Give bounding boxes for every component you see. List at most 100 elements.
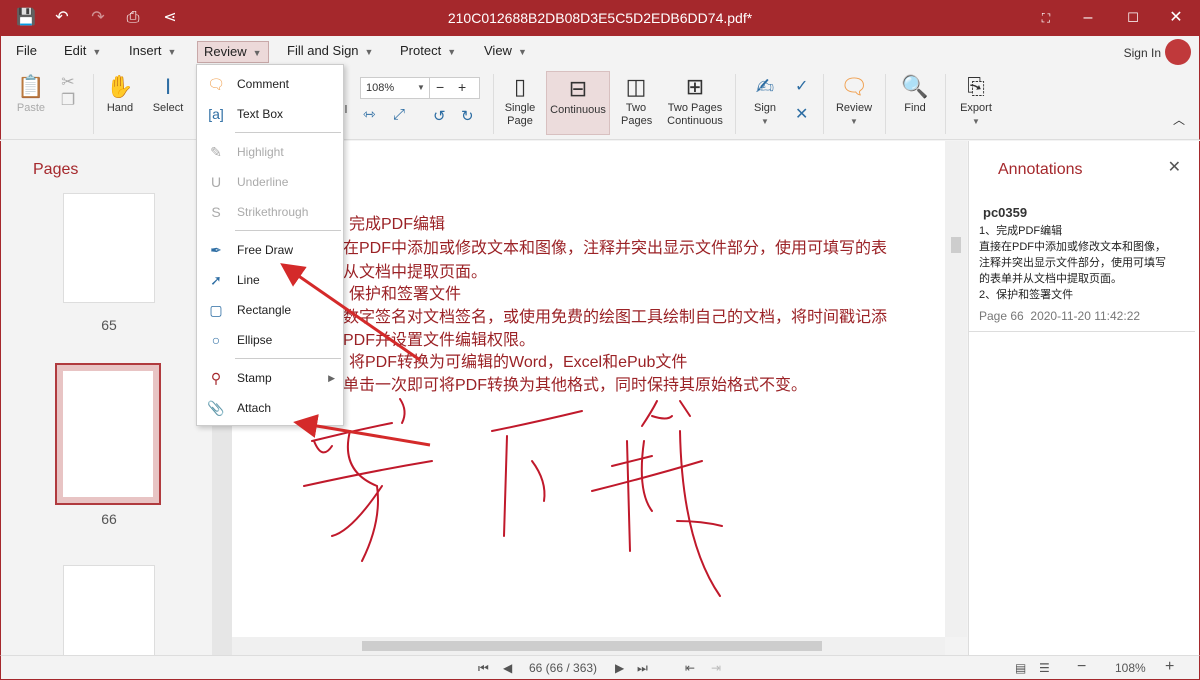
title-bar: 💾 ↶ ↷ ⎙ ⋖ 210C012688B2DB08D3E5C5D2EDB6DD…	[0, 0, 1200, 36]
ribbon-toolbar: 📋 Paste ✂ ❐ ✋ Hand I Select l 108% ▼ − + ⇿ ⤢ ↺ …	[0, 66, 1200, 140]
scissors-icon: ✂	[61, 73, 75, 91]
menu-item-line[interactable]: ➚ Line	[197, 266, 343, 294]
strikethrough-icon: S	[211, 204, 221, 220]
rotate-left-icon[interactable]: ↺	[433, 109, 446, 124]
horizontal-scrollbar[interactable]	[232, 637, 945, 655]
zoom-select[interactable]: 108% ▼ − +	[360, 77, 480, 99]
divider	[235, 358, 341, 359]
zoom-level: 108%	[1115, 661, 1146, 675]
menu-item-label: Strikethrough	[237, 205, 309, 219]
fullscreen-icon[interactable]: ⛶	[1036, 8, 1056, 28]
annotation-page: Page 66	[979, 309, 1024, 323]
status-bar: ⏮ ◀ 66 (66 / 363) ▶ ⏭ ⇤ ⇥ ▤ ☰ − 108% +	[0, 655, 1200, 680]
continuous-button[interactable]: ⊟ Continuous	[546, 71, 610, 135]
menu-item-comment[interactable]: 🗨 Comment	[197, 70, 343, 98]
sign-in-link[interactable]: Sign In	[1124, 46, 1161, 60]
two-pages-icon: ◫	[625, 73, 647, 99]
maximize-icon[interactable]: ☐	[1123, 8, 1143, 28]
paperclip-icon: 📎	[207, 400, 225, 416]
fit-page-icon[interactable]: ⤢	[393, 107, 405, 122]
button-label: Select	[152, 102, 184, 114]
hand-button[interactable]: ✋ Hand	[101, 70, 139, 115]
page-indicator[interactable]: 66 (66 / 363)	[529, 661, 597, 675]
review-button[interactable]: 🗨 Review ▼	[833, 70, 875, 128]
two-pages-button[interactable]: ◫ Two Pages	[615, 70, 657, 128]
close-icon[interactable]: ✕	[1166, 8, 1186, 28]
menu-item-strikethrough[interactable]: S Strikethrough	[197, 198, 343, 226]
first-page-icon[interactable]: ⏮	[478, 661, 489, 676]
menu-file[interactable]: File	[10, 41, 43, 63]
menu-item-attach[interactable]: 📎 Attach	[197, 394, 343, 422]
divider	[235, 132, 341, 133]
menu-insert[interactable]: Insert ▼	[123, 41, 182, 63]
menu-label: Review	[204, 44, 247, 59]
single-page-view-icon[interactable]: ▤	[1015, 661, 1026, 675]
menu-item-label: Rectangle	[237, 303, 292, 317]
continuous-view-icon[interactable]: ☰	[1039, 661, 1050, 675]
menu-item-ellipse[interactable]: ○ Ellipse	[197, 326, 343, 354]
zoom-out-icon[interactable]: −	[429, 77, 444, 99]
rotate-right-icon[interactable]: ↻	[461, 109, 474, 124]
menu-item-highlight[interactable]: ✎ Highlight	[197, 138, 343, 166]
copy-icon[interactable]: ❐	[57, 93, 79, 109]
page-thumbnail-selected[interactable]	[55, 363, 161, 505]
find-button[interactable]: 🔍 Find	[897, 70, 933, 115]
zoom-in-icon[interactable]: +	[1165, 658, 1174, 676]
collapse-ribbon-icon[interactable]: ︿	[1173, 114, 1185, 127]
prev-page-icon[interactable]: ◀	[503, 661, 512, 675]
menu-review[interactable]: Review ▼	[197, 41, 269, 63]
menu-item-underline[interactable]: U Underline	[197, 168, 343, 196]
menu-fill-and-sign[interactable]: Fill and Sign ▼	[281, 41, 379, 63]
export-button[interactable]: ⎘ Export ▼	[955, 70, 997, 128]
button-label: Two Pages Continuous	[667, 102, 723, 127]
review-dropdown-menu: 🗨 Comment [a] Text Box ✎ Highlight U Underli…	[196, 64, 344, 426]
vertical-scrollbar[interactable]	[945, 141, 967, 637]
text-cursor-icon: I	[164, 73, 172, 99]
cut-button[interactable]: ✂ ❐	[57, 70, 79, 109]
button-label: Find	[904, 102, 926, 114]
select-button[interactable]: I Select	[147, 70, 189, 115]
next-page-icon[interactable]: ▶	[615, 661, 624, 675]
reject-x-icon[interactable]: ✕	[795, 107, 808, 123]
button-label: Two Pages	[621, 102, 653, 127]
zoom-in-icon[interactable]: +	[458, 77, 466, 97]
close-panel-icon[interactable]: ✕	[1168, 157, 1181, 177]
page-thumbnail[interactable]	[63, 193, 155, 303]
menu-view[interactable]: View ▼	[478, 41, 533, 63]
divider	[493, 74, 494, 134]
chevron-down-icon: ▼	[447, 47, 457, 57]
single-page-icon: ▯	[513, 73, 527, 99]
zoom-out-icon[interactable]: −	[1077, 658, 1086, 676]
last-page-icon[interactable]: ⏭	[637, 661, 648, 676]
menu-item-rectangle[interactable]: ▢ Rectangle	[197, 296, 343, 324]
menu-item-label: Attach	[237, 401, 272, 415]
menu-edit[interactable]: Edit ▼	[58, 41, 107, 63]
menu-item-free-draw[interactable]: ✒ Free Draw	[197, 236, 343, 264]
back-view-icon[interactable]: ⇤	[685, 661, 695, 675]
menu-protect[interactable]: Protect ▼	[394, 41, 462, 63]
export-icon: ⎘	[967, 73, 985, 99]
minimize-icon[interactable]: –	[1078, 8, 1098, 28]
menu-item-label: Comment	[237, 77, 290, 91]
forward-view-icon[interactable]: ⇥	[711, 661, 721, 675]
button-label: Hand	[106, 102, 134, 114]
chevron-down-icon: ▼	[517, 47, 527, 57]
avatar[interactable]	[1165, 39, 1191, 65]
single-page-button[interactable]: ▯ Single Page	[501, 70, 539, 128]
paste-button[interactable]: 📋 Paste	[11, 70, 51, 115]
fit-width-icon[interactable]: ⇿	[363, 107, 376, 122]
menu-label: Insert	[129, 43, 162, 58]
scroll-thumb[interactable]	[362, 641, 822, 651]
menu-item-text-box[interactable]: [a] Text Box	[197, 100, 343, 128]
button-label: Sign	[753, 102, 777, 114]
menu-item-stamp[interactable]: ⚲ Stamp ▶	[197, 364, 343, 392]
annotation-item[interactable]: pc0359 1、完成PDF编辑 直接在PDF中添加或修改文本和图像， 注释并突…	[969, 201, 1195, 332]
two-pages-continuous-button[interactable]: ⊞ Two Pages Continuous	[663, 70, 727, 128]
chevron-down-icon: ▼	[364, 47, 374, 57]
page-thumbnail[interactable]	[63, 565, 155, 657]
signature-icon: ✍	[755, 73, 775, 99]
pages-title: Pages	[33, 161, 79, 178]
accept-check-icon[interactable]: ✓	[795, 79, 808, 95]
scroll-thumb[interactable]	[951, 237, 961, 253]
sign-button[interactable]: ✍ Sign ▼	[747, 70, 783, 128]
